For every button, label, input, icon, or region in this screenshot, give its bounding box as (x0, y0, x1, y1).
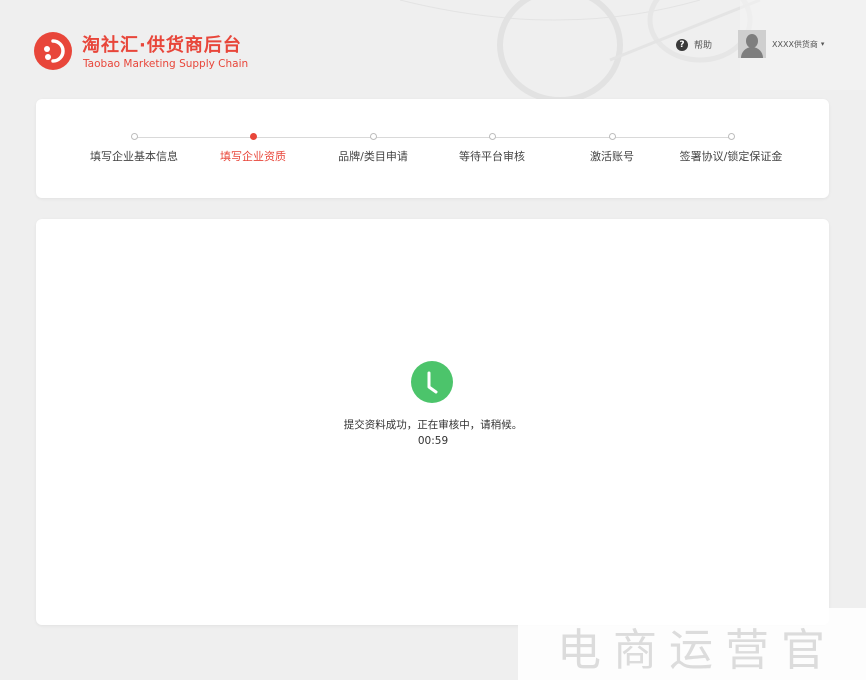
progress-steps-card: 填写企业基本信息 填写企业资质 品牌/类目申请 等待平台审核 激活账号 签署协议… (36, 99, 829, 198)
step-label: 填写企业资质 (220, 150, 286, 163)
watermark: 电商运营官 (557, 625, 837, 676)
question-icon: ? (676, 38, 688, 51)
clock-icon (411, 361, 453, 403)
step-dot (727, 133, 735, 140)
brand-subtitle: Taobao Marketing Supply Chain (83, 58, 249, 70)
avatar (738, 30, 766, 58)
step-dot-active (249, 133, 257, 140)
countdown-timer: 00:59 (417, 435, 449, 447)
top-header: 淘社汇·供货商后台 Taobao Marketing Supply Chain … (0, 0, 866, 90)
help-link[interactable]: ? 帮助 (676, 38, 712, 51)
user-name: XXXX供货商 (772, 39, 818, 49)
help-label: 帮助 (694, 41, 713, 51)
step-dot (130, 133, 138, 140)
chevron-down-icon: ▾ (820, 40, 825, 48)
step-2: 填写企业资质 (183, 133, 323, 164)
step-dot (608, 133, 616, 140)
logo-icon (34, 32, 72, 70)
step-label: 等待平台审核 (459, 150, 525, 163)
step-dot (488, 133, 496, 140)
step-4: 等待平台审核 (422, 133, 562, 164)
brand-title: 淘社汇·供货商后台 (82, 35, 242, 56)
step-label: 签署协议/锁定保证金 (679, 150, 783, 163)
step-dot (369, 133, 377, 140)
user-menu[interactable]: XXXX供货商 ▾ (738, 30, 824, 58)
status-message: 提交资料成功，正在审核中，请稍候。 (343, 419, 523, 431)
step-6: 签署协议/锁定保证金 (661, 133, 801, 164)
